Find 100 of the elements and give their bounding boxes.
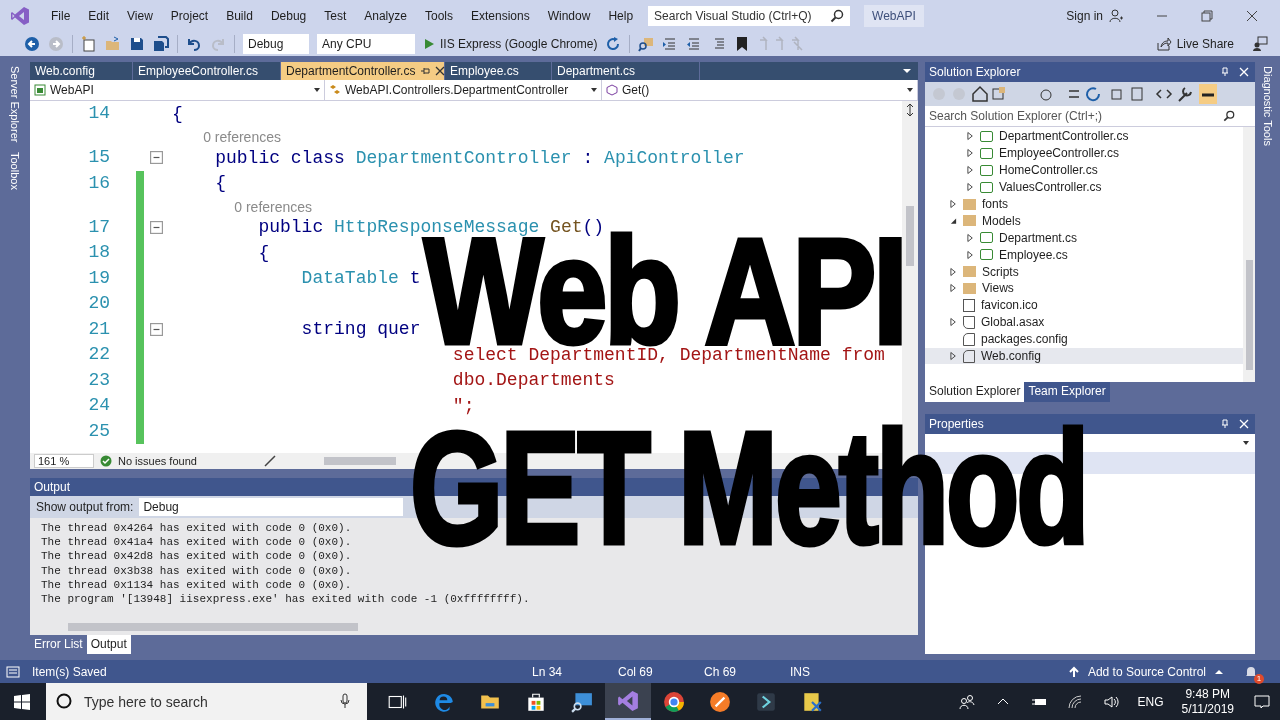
menu-item[interactable]: Tools: [415, 9, 462, 23]
menu-item[interactable]: Test: [315, 9, 356, 23]
brush-icon[interactable]: [264, 455, 276, 467]
scrollbar-thumb[interactable]: [68, 623, 358, 631]
save-all-icon[interactable]: [153, 36, 169, 52]
menu-item[interactable]: File: [42, 9, 80, 23]
app-icon[interactable]: [755, 690, 777, 713]
undo-icon[interactable]: [186, 36, 202, 52]
chrome-icon[interactable]: [663, 690, 685, 713]
side-tab[interactable]: Toolbox: [9, 152, 21, 191]
tree-item[interactable]: Views: [925, 280, 1243, 297]
split-icon[interactable]: [904, 104, 916, 116]
tree-item[interactable]: Global.asax: [925, 313, 1243, 331]
collapsed-arrow-icon[interactable]: [967, 165, 974, 176]
type-dropdown[interactable]: WebAPI.Controllers.DepartmentController: [325, 80, 602, 100]
preview-toggle-button[interactable]: [1199, 84, 1217, 104]
document-tab[interactable]: DepartmentController.cs: [281, 62, 445, 80]
collapse-icon[interactable]: [149, 322, 163, 336]
menu-item[interactable]: Build: [217, 9, 262, 23]
zoom-dropdown[interactable]: 161 %: [34, 454, 94, 468]
tree-item[interactable]: EmployeeController.cs: [925, 144, 1243, 162]
pin-icon[interactable]: [420, 66, 431, 76]
issues-status[interactable]: No issues found: [118, 455, 258, 467]
start-debugging-button[interactable]: IIS Express (Google Chrome): [423, 37, 598, 51]
side-tab[interactable]: Diagnostic Tools: [1261, 66, 1274, 146]
side-tab[interactable]: Server Explorer: [9, 66, 21, 143]
caret-icon[interactable]: [1243, 441, 1249, 445]
refresh-icon[interactable]: [605, 36, 622, 52]
menu-item[interactable]: Window: [538, 9, 600, 23]
collapsed-arrow-icon[interactable]: [950, 266, 957, 277]
restore-icon[interactable]: [1201, 10, 1213, 22]
app-icon[interactable]: [709, 690, 731, 713]
menu-item[interactable]: Edit: [79, 9, 119, 23]
menu-item[interactable]: View: [118, 9, 162, 23]
code-lens[interactable]: 0 references: [234, 198, 313, 215]
collapse-icon[interactable]: [149, 220, 163, 234]
panel-tab[interactable]: Solution Explorer: [925, 382, 1025, 402]
menu-item[interactable]: Debug: [261, 9, 316, 23]
collapsed-arrow-icon[interactable]: [967, 249, 974, 260]
tree-item[interactable]: Web.config: [925, 347, 1243, 365]
collapsed-arrow-icon[interactable]: [950, 351, 957, 361]
bell-icon[interactable]: [1244, 664, 1258, 679]
panel-tab[interactable]: Team Explorer: [1024, 382, 1110, 402]
people-icon[interactable]: [959, 693, 976, 710]
scrollbar-thumb[interactable]: [1245, 260, 1253, 370]
collapse-icon[interactable]: [149, 151, 163, 165]
tab-list-icon[interactable]: [902, 66, 912, 76]
tree-item[interactable]: Models: [925, 212, 1243, 230]
search-field[interactable]: Search Solution Explorer (Ctrl+;): [925, 106, 1255, 126]
panel-tab[interactable]: Error List: [30, 635, 87, 654]
sign-in-link[interactable]: Sign in: [1066, 9, 1103, 23]
output-source-dropdown[interactable]: Debug: [139, 498, 404, 516]
tree-item[interactable]: Scripts: [925, 263, 1243, 280]
user-icon[interactable]: [1109, 9, 1123, 23]
source-control-button[interactable]: Add to Source Control: [1067, 664, 1224, 679]
collapsed-arrow-icon[interactable]: [950, 199, 957, 209]
collapsed-arrow-icon[interactable]: [967, 131, 974, 142]
tree-item[interactable]: packages.config: [925, 330, 1243, 348]
platform-dropdown[interactable]: Any CPU: [317, 34, 415, 54]
tree-item[interactable]: DepartmentController.cs: [925, 128, 1243, 145]
tree-item[interactable]: fonts: [925, 195, 1243, 213]
collapsed-arrow-icon[interactable]: [967, 182, 974, 193]
back-icon[interactable]: [24, 36, 40, 52]
tree-item[interactable]: ValuesController.cs: [925, 178, 1243, 196]
clock[interactable]: 9:48 PM 5/11/2019: [1181, 686, 1234, 717]
collapsed-arrow-icon[interactable]: [967, 232, 974, 243]
new-project-icon[interactable]: [81, 36, 97, 52]
close-icon[interactable]: [435, 66, 446, 76]
search-field[interactable]: Search Visual Studio (Ctrl+Q): [648, 6, 851, 26]
find-icon[interactable]: [638, 36, 655, 52]
menu-item[interactable]: Extensions: [462, 9, 539, 23]
app-icon[interactable]: [801, 690, 823, 713]
menu-item[interactable]: Project: [161, 9, 218, 23]
volume-icon[interactable]: [1103, 693, 1120, 710]
open-folder-icon[interactable]: [105, 36, 121, 52]
visual-studio-icon[interactable]: [617, 689, 639, 712]
live-share-button[interactable]: Live Share: [1155, 36, 1234, 52]
member-dropdown[interactable]: Get(): [602, 80, 918, 100]
configuration-dropdown[interactable]: Debug: [243, 34, 309, 54]
taskbar-search-field[interactable]: Type here to search: [46, 683, 367, 720]
collapsed-arrow-icon[interactable]: [950, 283, 957, 294]
project-dropdown[interactable]: WebAPI: [30, 80, 325, 100]
language-indicator[interactable]: ENG: [1137, 694, 1164, 709]
code-lens[interactable]: 0 references: [203, 129, 281, 145]
windows-start-icon[interactable]: [14, 693, 30, 710]
tree-item[interactable]: HomeController.cs: [925, 161, 1243, 179]
scrollbar-thumb[interactable]: [906, 206, 914, 266]
wifi-icon[interactable]: [1067, 693, 1084, 710]
tree-item[interactable]: favicon.ico: [925, 296, 1243, 314]
save-icon[interactable]: [129, 36, 145, 52]
action-center-icon[interactable]: [1254, 693, 1270, 710]
menu-item[interactable]: Analyze: [355, 9, 416, 23]
remote-desktop-icon[interactable]: [571, 690, 593, 713]
tree-item[interactable]: Department.cs: [925, 229, 1243, 247]
collapsed-arrow-icon[interactable]: [950, 317, 957, 328]
panel-tab[interactable]: Output: [86, 635, 131, 654]
collapsed-arrow-icon[interactable]: [967, 148, 974, 159]
scrollbar-thumb[interactable]: [324, 457, 396, 465]
menu-item[interactable]: Help: [599, 9, 643, 23]
feedback-icon[interactable]: [1252, 36, 1268, 52]
